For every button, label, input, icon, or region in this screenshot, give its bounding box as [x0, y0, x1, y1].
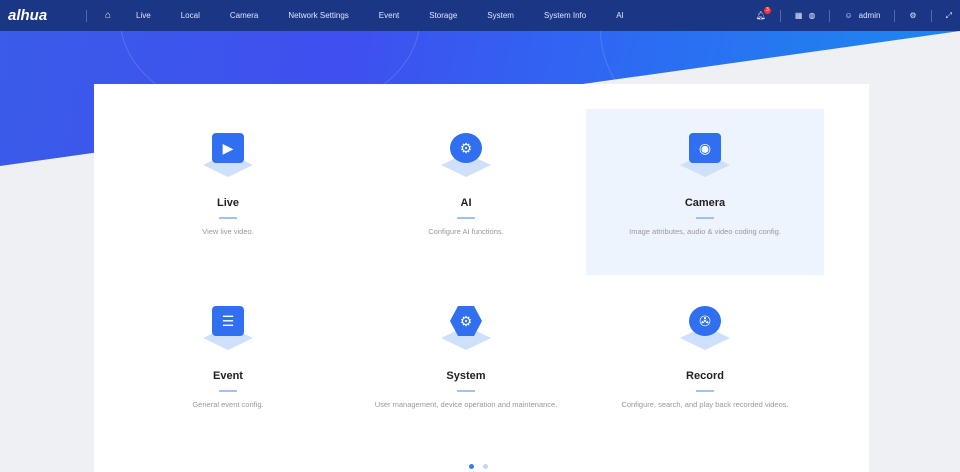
home-icon[interactable]: ⌂	[105, 10, 111, 21]
nav-event[interactable]: Event	[379, 11, 399, 20]
film-reel-icon: ✇	[689, 306, 721, 336]
camera-icon: ◉	[689, 133, 721, 163]
username[interactable]: admin	[859, 11, 881, 20]
ai-head-icon: ⚙	[450, 133, 482, 163]
card-desc: User management, device operation and ma…	[374, 400, 558, 409]
top-navigation-bar: alhua ⌂ Live Local Camera Network Settin…	[0, 0, 960, 31]
live-video-icon: ▶	[212, 133, 244, 163]
fullscreen-icon[interactable]: ⤢	[946, 11, 952, 21]
nav-camera[interactable]: Camera	[230, 11, 258, 20]
card-camera[interactable]: ◉ Camera Image attributes, audio & video…	[586, 109, 824, 275]
card-desc: View live video.	[202, 227, 254, 236]
card-title: System	[446, 370, 486, 382]
card-desc: General event config.	[192, 400, 264, 409]
card-title: Record	[686, 370, 724, 382]
user-icon[interactable]: ☺	[844, 11, 852, 20]
notification-badge: 3	[763, 7, 771, 14]
card-desc: Image attributes, audio & video coding c…	[629, 227, 781, 236]
page-dot-2[interactable]	[483, 464, 488, 469]
page-dot-1[interactable]	[469, 464, 474, 469]
card-title: Camera	[684, 197, 726, 209]
event-notepad-icon: ☰	[212, 306, 244, 336]
nav-live[interactable]: Live	[136, 11, 151, 20]
nav-system[interactable]: System	[487, 11, 514, 20]
card-live[interactable]: ▶ Live View live video.	[109, 109, 347, 275]
main-panel: ▶ Live View live video. ⚙ AI Configure A…	[94, 84, 869, 472]
card-system[interactable]: ⚙ System User management, device operati…	[347, 282, 585, 448]
card-event[interactable]: ☰ Event General event config.	[109, 282, 347, 448]
logo: alhua	[8, 7, 48, 24]
nav-storage[interactable]: Storage	[429, 11, 457, 20]
settings-icon[interactable]: ⚙	[909, 11, 916, 20]
qr-icon[interactable]: ▦	[795, 11, 803, 20]
nav-ai[interactable]: AI	[616, 11, 624, 20]
card-title: Event	[213, 370, 243, 382]
card-desc: Configure, search, and play back recorde…	[621, 400, 789, 409]
card-desc: Configure AI functions.	[428, 227, 504, 236]
card-ai[interactable]: ⚙ AI Configure AI functions.	[347, 109, 585, 275]
nav-network-settings[interactable]: Network Settings	[288, 11, 348, 20]
card-title: AI	[460, 197, 472, 209]
globe-icon[interactable]: ◍	[808, 11, 815, 20]
pagination-dots	[469, 464, 488, 469]
bell-icon[interactable]: 🔔︎ 3	[756, 7, 771, 20]
nav-local[interactable]: Local	[181, 11, 200, 20]
nav-system-info[interactable]: System Info	[544, 11, 586, 20]
card-title: Live	[216, 197, 239, 209]
card-record[interactable]: ✇ Record Configure, search, and play bac…	[586, 282, 824, 448]
